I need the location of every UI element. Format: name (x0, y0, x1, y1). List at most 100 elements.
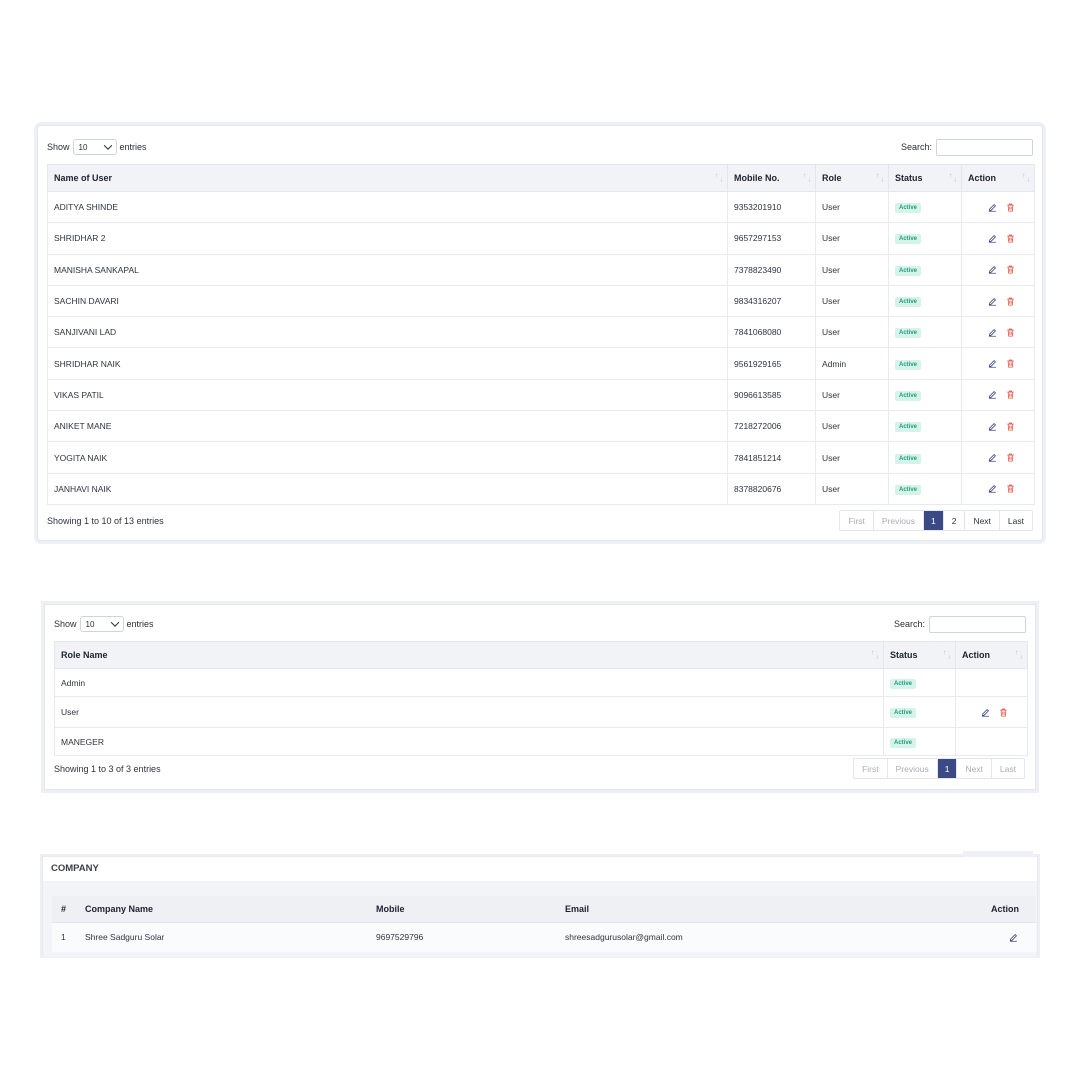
cell-mobile: 9657297153 (727, 222, 816, 255)
pencil-icon[interactable] (988, 359, 997, 368)
search-label: Search: (900, 142, 932, 152)
col-mobile[interactable]: Mobile No. ↑ ↓ (727, 164, 816, 192)
pencil-icon[interactable] (988, 390, 997, 400)
trash-icon[interactable] (1006, 453, 1015, 462)
cell-name: ADITYA SHINDE (47, 190, 728, 224)
pager-last[interactable]: Last (1000, 511, 1032, 530)
entries-label: entries (119, 142, 147, 152)
pager-page-1[interactable]: 1 (923, 511, 944, 530)
cell-status: Active (888, 378, 962, 412)
cell-role: User (815, 410, 889, 443)
cell-action (961, 316, 1035, 349)
col-status[interactable]: Status ↑ ↓ (888, 164, 962, 192)
pencil-icon[interactable] (988, 422, 997, 431)
pencil-icon[interactable] (988, 297, 997, 306)
trash-icon[interactable] (1006, 265, 1015, 274)
table-row: SHRIDHAR NAIK 9561929165 Admin Active (47, 347, 1035, 380)
trash-icon[interactable] (1006, 422, 1015, 431)
cell-action (961, 347, 1035, 380)
cell-name: SHRIDHAR 2 (47, 222, 728, 255)
trash-icon[interactable] (1006, 484, 1015, 493)
pager-previous[interactable]: Previous (874, 511, 924, 530)
cell-status: Active (888, 222, 962, 255)
table-row: ANIKET MANE 7218272006 User Active (47, 410, 1035, 443)
col-action[interactable]: Action ↑ ↓ (961, 164, 1035, 192)
roles-pagination: First Previous 1 Next Last (853, 758, 1025, 779)
roles-entries-select[interactable]: 10 (79, 616, 124, 632)
sort-arrows-icon: ↑ ↓ (943, 649, 951, 661)
cell-status: Active (888, 316, 962, 349)
cell-mobile: 7841068080 (727, 316, 816, 349)
trash-icon[interactable] (1006, 297, 1015, 306)
col-action[interactable]: Action ↑ ↓ (955, 641, 1028, 669)
pager-next[interactable]: Next (957, 759, 992, 778)
cell-role: User (815, 378, 889, 412)
table-row: MANISHA SANKAPAL 7378823490 User Active (47, 253, 1035, 286)
col-role-name[interactable]: Role Name ↑ ↓ (54, 641, 884, 669)
cell-status: Active (888, 410, 962, 443)
trash-icon[interactable] (1006, 203, 1015, 212)
company-table: # Company Name Mobile Email Action 1 Shr… (52, 896, 1036, 952)
pager-page-2[interactable]: 2 (944, 511, 966, 530)
cell-company-name: Shree Sadguru Solar (79, 922, 370, 952)
trash-icon[interactable] (1006, 359, 1015, 368)
users-length-control: Show 10 entries (47, 139, 147, 155)
chevron-down-icon (110, 618, 119, 627)
col-role[interactable]: Role ↑ ↓ (815, 164, 889, 192)
pencil-icon[interactable] (981, 708, 990, 717)
pager-previous[interactable]: Previous (888, 759, 938, 778)
pager-last[interactable]: Last (992, 759, 1024, 778)
cell-name: MANISHA SANKAPAL (47, 253, 728, 286)
cell-role: User (815, 316, 889, 349)
cell-status: Active (883, 727, 956, 756)
users-toolbar: Show 10 entries Search: (47, 137, 1033, 157)
roles-table-info: Showing 1 to 3 of 3 entries (54, 764, 161, 774)
table-row: JANHAVI NAIK 8378820676 User Active (47, 472, 1035, 505)
cell-mobile: 9561929165 (727, 347, 816, 380)
col-email: Email (559, 896, 985, 923)
cell-role: User (815, 222, 889, 255)
pager-page-1[interactable]: 1 (937, 759, 958, 778)
roles-table-header: Role Name ↑ ↓ Status ↑ ↓ Action ↑ ↓ (54, 641, 1028, 669)
pencil-icon[interactable] (988, 265, 997, 274)
pager-first[interactable]: First (840, 511, 874, 530)
pencil-icon[interactable] (988, 203, 997, 212)
cell-action (961, 253, 1035, 286)
trash-icon[interactable] (1006, 234, 1015, 243)
cell-mobile: 9697529796 (370, 922, 559, 952)
cell-role-name: User (54, 696, 884, 728)
cell-mobile: 8378820676 (727, 472, 816, 505)
users-entries-select[interactable]: 10 (72, 139, 117, 155)
table-row: SHRIDHAR 2 9657297153 User Active (47, 222, 1035, 255)
roles-length-control: Show 10 entries (54, 616, 154, 632)
pencil-icon[interactable] (988, 484, 997, 493)
pencil-icon[interactable] (988, 234, 997, 243)
pencil-icon[interactable] (988, 453, 997, 462)
cell-action (961, 441, 1035, 474)
cell-mobile: 9834316207 (727, 284, 816, 318)
status-badge: Active (890, 708, 917, 718)
trash-icon[interactable] (999, 708, 1008, 717)
cell-name: YOGITA NAIK (47, 441, 728, 474)
pager-first[interactable]: First (854, 759, 888, 778)
cell-status: Active (883, 696, 956, 728)
pager-next[interactable]: Next (965, 511, 1000, 530)
col-index: # (52, 896, 79, 923)
status-badge: Active (895, 265, 922, 276)
users-search-input[interactable] (936, 138, 1033, 156)
roles-search-input[interactable] (929, 615, 1026, 633)
col-status[interactable]: Status ↑ ↓ (883, 641, 956, 669)
pencil-icon[interactable] (1009, 933, 1018, 942)
company-card: COMPANY # Company Name Mobile Email Acti… (42, 851, 1038, 957)
cell-status: Active (888, 190, 962, 224)
trash-icon[interactable] (1006, 328, 1015, 337)
cell-role: Admin (815, 347, 889, 380)
col-name-of-user[interactable]: Name of User ↑ ↓ (47, 164, 728, 192)
cell-action (961, 284, 1035, 318)
cell-mobile: 9353201910 (727, 190, 816, 224)
col-company-name: Company Name (79, 896, 370, 923)
cell-action (961, 472, 1035, 505)
sort-arrows-icon: ↑ ↓ (949, 172, 957, 184)
trash-icon[interactable] (1006, 390, 1015, 399)
pencil-icon[interactable] (988, 328, 997, 337)
